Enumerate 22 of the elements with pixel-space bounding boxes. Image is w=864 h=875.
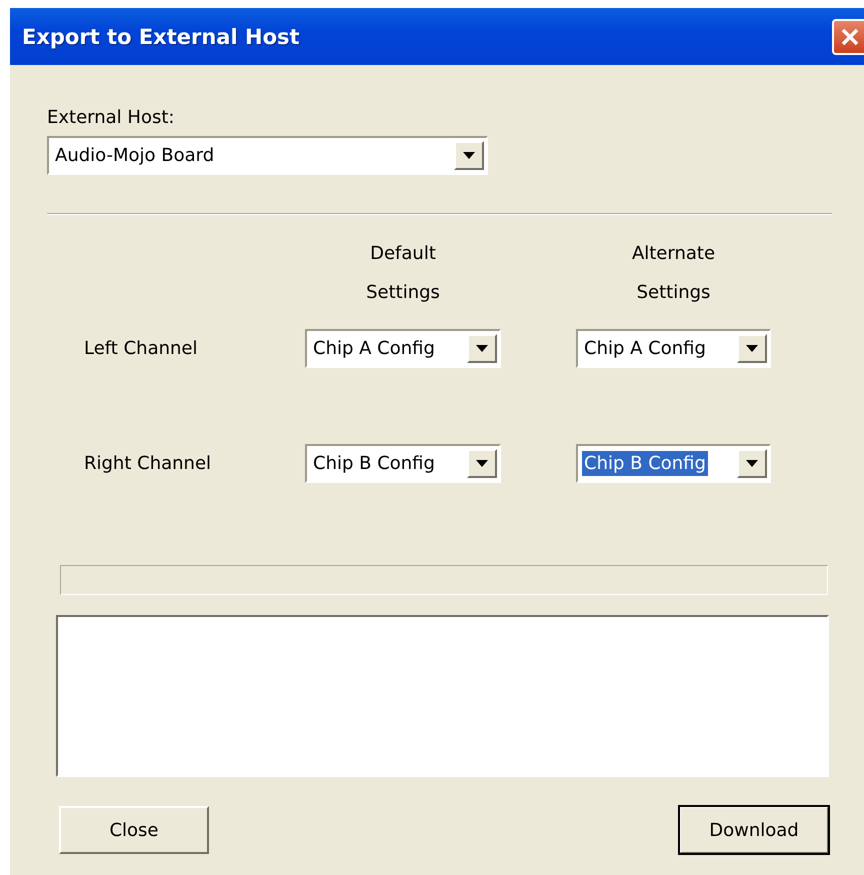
caret-icon [476, 460, 488, 467]
download-button[interactable]: Download [679, 806, 829, 854]
dropdown[interactable]: Chip A Config [305, 329, 501, 368]
caret-icon [746, 345, 758, 352]
row-label: Right Channel [83, 453, 212, 474]
dropdown[interactable]: Chip B Config [576, 444, 771, 483]
window-title: Export to External Host [22, 24, 300, 48]
row-label: Left Channel [83, 338, 198, 359]
dropdown[interactable]: Audio-Mojo Board [47, 136, 488, 175]
close-icon [840, 26, 860, 46]
close-button[interactable] [832, 18, 864, 54]
column-heading: Alternate [632, 243, 716, 265]
dropdown[interactable]: Chip A Config [576, 329, 771, 368]
field-label: External Host: [47, 107, 174, 128]
caret-icon [746, 460, 758, 467]
close-button[interactable]: Close [59, 806, 209, 854]
dropdown[interactable]: Chip B Config [305, 444, 501, 483]
column-heading: Settings [636, 282, 710, 304]
column-heading: Default [370, 243, 436, 265]
caret-icon [463, 152, 475, 159]
caret-icon [476, 345, 488, 352]
column-heading: Settings [366, 282, 440, 304]
